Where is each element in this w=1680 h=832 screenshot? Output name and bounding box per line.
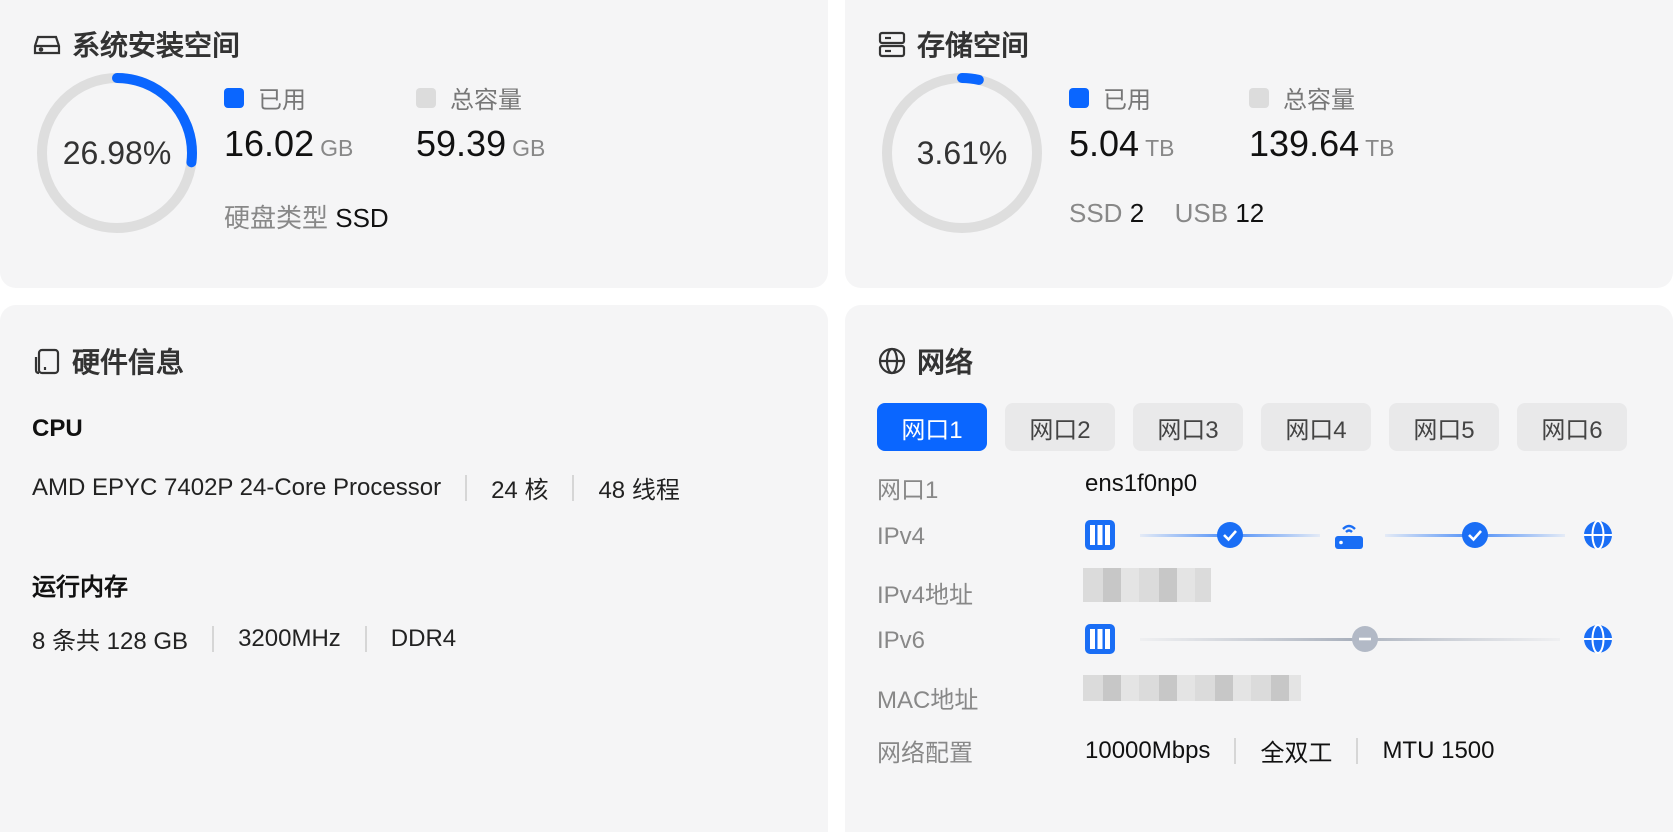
disk-type: 硬盘类型 SSD	[224, 203, 389, 233]
link-speed: 10000Mbps	[1085, 736, 1211, 764]
cpu-cores: 24 核	[491, 477, 549, 504]
router-icon	[1335, 524, 1363, 549]
cpu-details: AMD EPYC 7402P 24-Core Processor 24 核 48…	[32, 470, 680, 505]
storage-usage-ring: 3.61%	[877, 68, 1047, 238]
mtu: MTU 1500	[1382, 736, 1495, 764]
hard-drive-icon	[33, 35, 61, 55]
ipv4-connection-flow	[1085, 515, 1655, 555]
memory-details: 8 条共 128 GB 3200MHz DDR4	[32, 621, 456, 656]
minus-circle-icon	[1352, 626, 1378, 652]
port-label: 网口1	[877, 477, 939, 504]
cpu-model: AMD EPYC 7402P 24-Core Processor	[32, 473, 442, 501]
system-space-card: 系统安装空间 26.98% 已用 16.02 GB 总容量 59.39 GB 硬盘类…	[0, 0, 828, 288]
ipv6-connection-flow	[1085, 619, 1655, 659]
used-legend-dot	[1069, 87, 1089, 108]
memory-type: DDR4	[390, 624, 457, 652]
storage-server-icon	[878, 31, 906, 58]
network-port-tabs: 网口1 网口2 网口3 网口4 网口5 网口6	[877, 403, 1627, 451]
ssd-count: 2	[1129, 198, 1145, 228]
storage-used-stat: 已用 5.04 TB	[1069, 87, 1175, 164]
cpu-label: CPU	[32, 415, 83, 442]
tab-port-4[interactable]: 网口4	[1261, 403, 1371, 451]
tab-port-1[interactable]: 网口1	[877, 403, 987, 451]
system-used-stat: 已用 16.02 GB	[224, 87, 354, 164]
globe-icon	[1584, 624, 1612, 654]
network-title: 网络	[877, 341, 973, 381]
tab-port-3[interactable]: 网口3	[1133, 403, 1243, 451]
storage-space-card: 存储空间 3.61% 已用 5.04 TB 总容量 139.64 TB SSD 2 …	[845, 0, 1673, 288]
hardware-title: 硬件信息	[32, 341, 184, 381]
check-circle-icon	[1217, 522, 1243, 548]
storage-usage-percent: 3.61%	[916, 134, 1008, 171]
network-card: 网络 网口1 网口2 网口3 网口4 网口5 网口6 网口1 ens1f0np0…	[845, 305, 1673, 832]
system-space-title: 系统安装空间	[32, 24, 240, 64]
duplex-mode: 全双工	[1260, 740, 1333, 767]
total-legend-dot	[1249, 87, 1269, 108]
memory-frequency: 3200MHz	[238, 624, 341, 652]
ipv4-address-label: IPv4地址	[877, 582, 974, 609]
memory-size: 8 条共 128 GB	[32, 628, 189, 655]
ipv4-address-redacted	[1083, 568, 1211, 602]
port-name: ens1f0np0	[1085, 470, 1198, 497]
total-legend-dot	[416, 87, 436, 108]
system-total-stat: 总容量 59.39 GB	[416, 87, 546, 164]
network-config: 10000Mbps 全双工 MTU 1500	[1085, 733, 1494, 768]
storage-total-stat: 总容量 139.64 TB	[1249, 87, 1395, 164]
used-legend-dot	[224, 87, 244, 108]
mac-address-label: MAC地址	[877, 687, 979, 714]
tab-port-2[interactable]: 网口2	[1005, 403, 1115, 451]
globe-icon	[878, 347, 906, 375]
globe-icon	[1584, 520, 1612, 550]
device-icon	[34, 348, 60, 375]
ipv4-label: IPv4	[877, 523, 926, 550]
storage-used-value: 5.04	[1069, 123, 1140, 164]
system-total-value: 59.39	[416, 123, 507, 164]
ipv6-label: IPv6	[877, 627, 926, 654]
server-icon	[1085, 520, 1115, 550]
system-usage-percent: 26.98%	[62, 134, 172, 171]
network-config-label: 网络配置	[877, 740, 973, 767]
system-usage-ring: 26.98%	[32, 68, 202, 238]
cpu-threads: 48 线程	[598, 477, 680, 504]
mac-address-redacted	[1083, 675, 1301, 701]
memory-label: 运行内存	[32, 574, 128, 601]
check-circle-icon	[1462, 522, 1488, 548]
disk-counts: SSD 2 USB 12	[1069, 198, 1265, 228]
server-icon	[1085, 624, 1115, 654]
usb-count: 12	[1235, 198, 1265, 228]
storage-space-title: 存储空间	[877, 24, 1029, 64]
storage-total-value: 139.64	[1249, 123, 1360, 164]
tab-port-6[interactable]: 网口6	[1517, 403, 1627, 451]
hardware-card: 硬件信息 CPU AMD EPYC 7402P 24-Core Processo…	[0, 305, 828, 832]
tab-port-5[interactable]: 网口5	[1389, 403, 1499, 451]
system-used-value: 16.02	[224, 123, 315, 164]
